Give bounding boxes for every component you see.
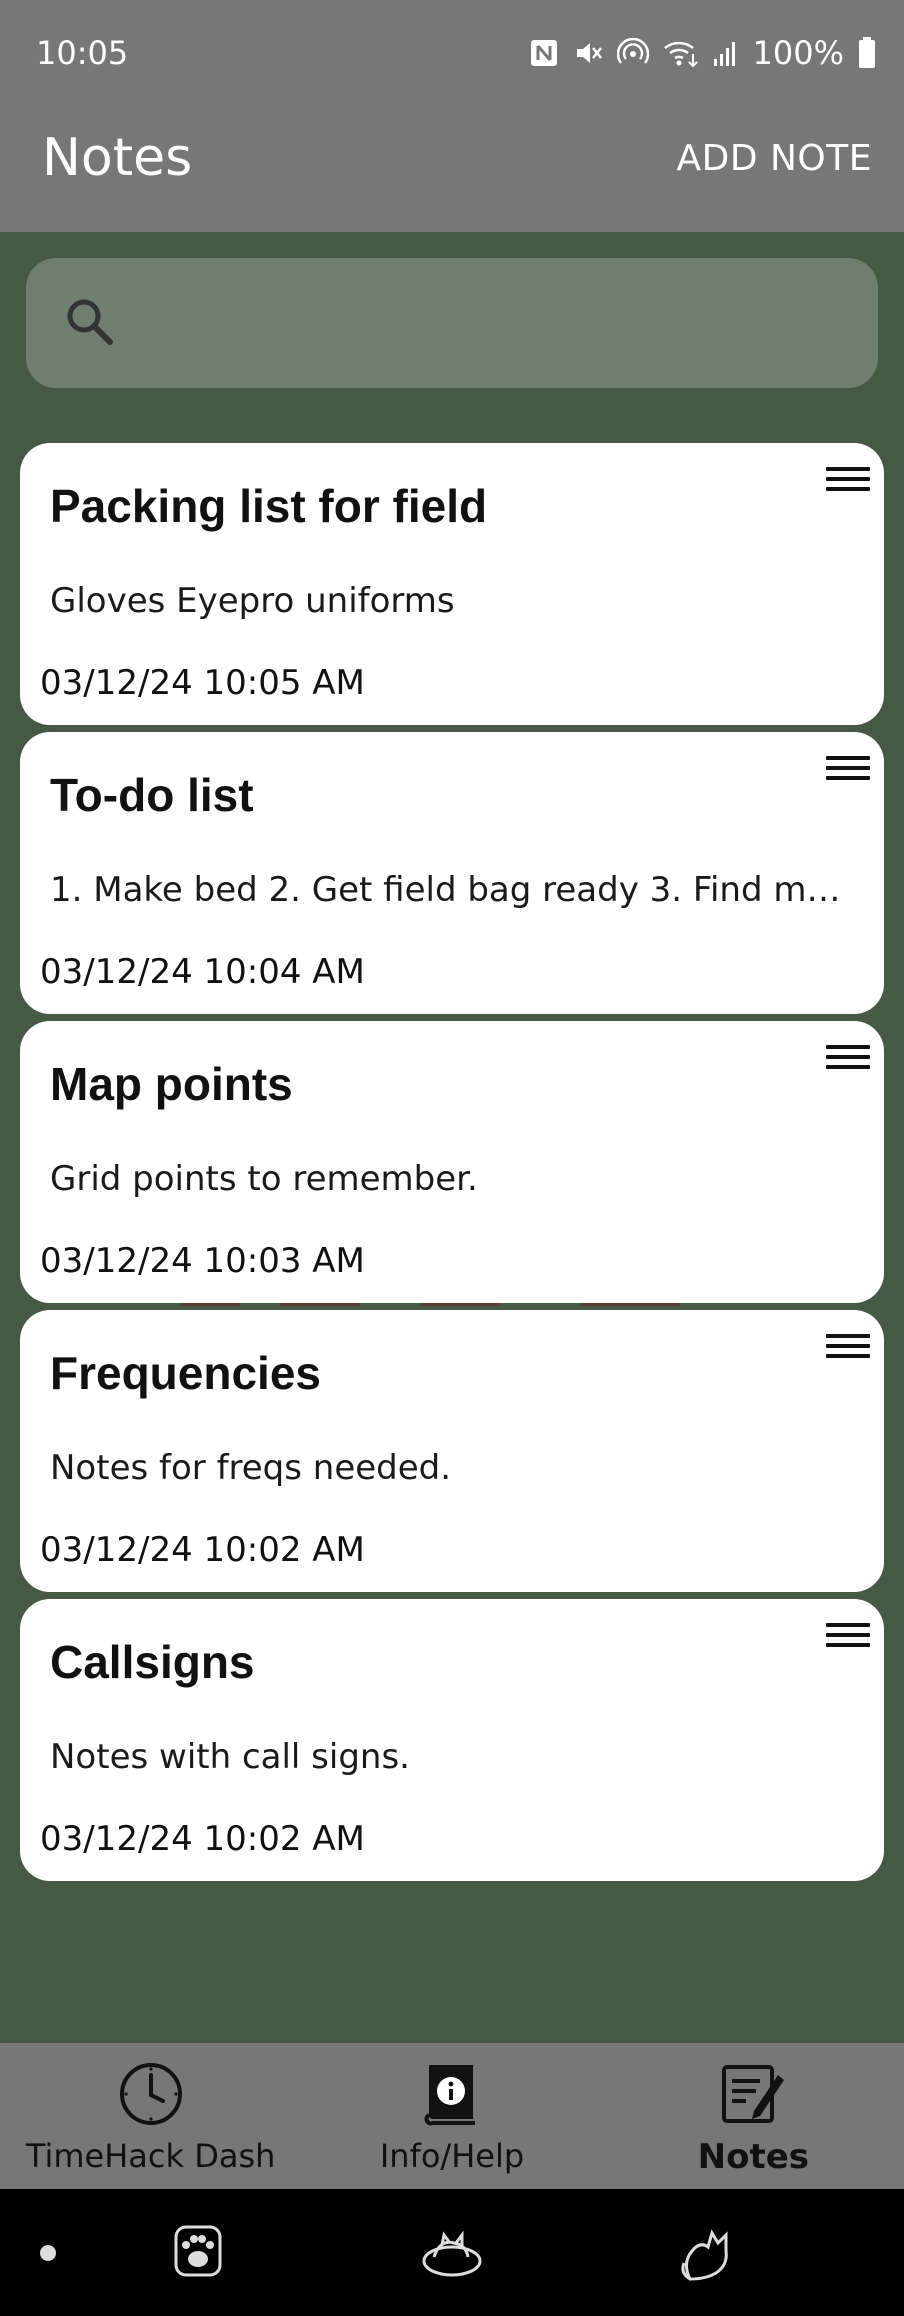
nav-label: TimeHack Dash (25, 2137, 276, 2175)
note-title: Packing list for field (50, 480, 488, 532)
bottom-nav: TimeHack Dash Info/Help Notes (0, 2043, 904, 2189)
note-card[interactable]: Map points Grid points to remember. 03/1… (20, 1021, 884, 1303)
search-bar[interactable] (26, 258, 878, 388)
note-title: To-do list (50, 769, 254, 821)
app-top-bar: 10:05 100% Notes ADD NOTE (0, 0, 904, 232)
nav-label: Notes (697, 2137, 809, 2177)
note-body: 1. Make bed 2. Get field bag ready 3. Fi… (50, 870, 860, 910)
note-title: Callsigns (50, 1636, 255, 1688)
nav-item-notes[interactable]: Notes (603, 2043, 904, 2189)
note-title: Map points (50, 1058, 293, 1110)
hotspot-icon (616, 38, 649, 68)
note-card[interactable]: Packing list for field Gloves Eyepro uni… (20, 443, 884, 725)
nav-item-timehack-dash[interactable]: TimeHack Dash (0, 2043, 301, 2189)
battery-icon (858, 37, 876, 69)
note-date: 03/12/24 10:04 AM (40, 952, 365, 992)
nav-dot-indicator (40, 2245, 56, 2261)
drag-handle-icon[interactable] (826, 1039, 870, 1073)
cat-bed-icon[interactable] (420, 2223, 484, 2283)
note-body: Grid points to remember. (50, 1159, 478, 1199)
wifi-icon (663, 38, 699, 68)
status-time: 10:05 (36, 34, 129, 72)
signal-icon (713, 39, 739, 67)
system-nav-bar (0, 2189, 904, 2316)
note-body: Gloves Eyepro uniforms (50, 581, 455, 621)
drag-handle-icon[interactable] (826, 1328, 870, 1362)
add-note-button[interactable]: ADD NOTE (676, 138, 872, 179)
clock-icon (118, 2061, 184, 2131)
cat-icon[interactable] (676, 2223, 732, 2287)
note-card[interactable]: To-do list 1. Make bed 2. Get field bag … (20, 732, 884, 1014)
mute-icon (573, 38, 603, 68)
note-date: 03/12/24 10:03 AM (40, 1241, 365, 1281)
search-input[interactable] (136, 288, 860, 360)
note-date: 03/12/24 10:05 AM (40, 663, 365, 703)
note-card[interactable]: Callsigns Notes with call signs. 03/12/2… (20, 1599, 884, 1881)
note-body: Notes with call signs. (50, 1737, 410, 1777)
nav-item-info-help[interactable]: Info/Help (301, 2043, 602, 2189)
note-title: Frequencies (50, 1347, 321, 1399)
note-card[interactable]: Frequencies Notes for freqs needed. 03/1… (20, 1310, 884, 1592)
info-book-icon (423, 2061, 481, 2131)
note-date: 03/12/24 10:02 AM (40, 1819, 365, 1859)
status-icons: 100% (529, 30, 876, 76)
drag-handle-icon[interactable] (826, 750, 870, 784)
nfc-icon (529, 38, 559, 68)
paw-icon[interactable] (172, 2223, 224, 2283)
drag-handle-icon[interactable] (826, 461, 870, 495)
battery-percent: 100% (752, 34, 844, 72)
note-body: Notes for freqs needed. (50, 1448, 452, 1488)
page-title: Notes (42, 128, 193, 188)
edit-note-icon (720, 2061, 786, 2131)
search-icon (64, 296, 116, 352)
drag-handle-icon[interactable] (826, 1617, 870, 1651)
note-date: 03/12/24 10:02 AM (40, 1530, 365, 1570)
nav-label: Info/Help (379, 2137, 525, 2175)
